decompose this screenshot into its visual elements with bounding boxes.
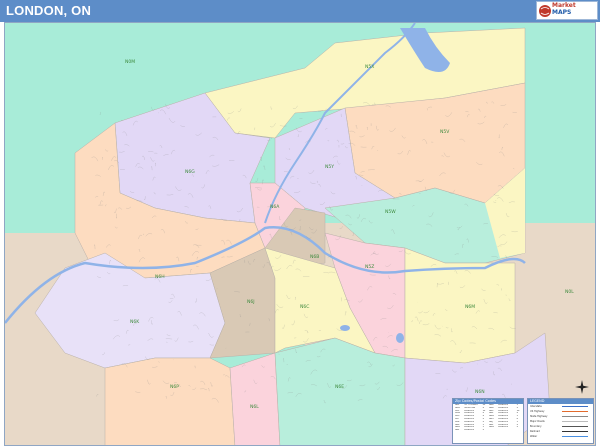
logo-text-top: Market (552, 2, 576, 9)
legend-cell (498, 440, 516, 443)
key-line-swatch (562, 416, 588, 417)
market-maps-logo[interactable]: Market MAPS (536, 1, 598, 20)
logo-text-bottom: MAPS (552, 9, 572, 16)
key-line-swatch (562, 431, 588, 432)
key-line-swatch (562, 411, 588, 412)
zone-label-n6k: N6K (130, 319, 140, 325)
zip-code-map[interactable]: N0M N5X N5V N6G N5Y N6H N5W N6A N6B N5Z N6K N6J N6C N… (5, 23, 596, 446)
zone-label-n6e: N6E (335, 384, 344, 390)
map-title: LONDON, ON (6, 3, 92, 18)
compass-icon (575, 380, 589, 394)
zone-label-n6j: N6J (247, 299, 255, 305)
zone-label-n6p: N6P (170, 384, 179, 390)
legend-cell (517, 440, 523, 443)
logo-globe-icon (539, 5, 551, 17)
map-canvas[interactable]: N0M N5X N5V N6G N5Y N6H N5W N6A N6B N5Z N6K N6J N6C N… (4, 22, 596, 446)
legend-cell (489, 440, 498, 443)
zone-n6m (404, 247, 516, 364)
legend-cell (455, 440, 464, 443)
zone-label-n6h: N6H (155, 274, 165, 280)
zone-label-n6m: N6M (465, 304, 475, 310)
zone-label-n6l: N6L (250, 404, 259, 410)
zone-label-n5x: N5X (365, 64, 374, 70)
zone-label-n6a: N6A (270, 204, 280, 210)
key-label: Water (530, 435, 538, 438)
zone-label-n6n: N6N (475, 389, 485, 395)
zone-label-n5y: N5Y (325, 164, 334, 170)
zone-label-n6c: N6C (300, 304, 309, 310)
key-line-swatch (562, 426, 588, 427)
key-label: Boundary (530, 425, 542, 428)
zone-label-n0l: N0L (565, 289, 574, 295)
key-line-swatch (562, 436, 588, 437)
zone-label-n0m: N0M (125, 59, 135, 65)
key-line-swatch (562, 406, 588, 407)
zone-n6p (104, 357, 236, 445)
zone-label-n5v: N5V (440, 129, 450, 135)
zone-label-n5w: N5W (385, 209, 396, 215)
zone-label-n6g: N6G (185, 169, 195, 175)
map-key: LEGEND Interstate US Highway State Highway… (527, 398, 594, 444)
zone-n6l (229, 352, 281, 445)
key-label: US Highway (530, 410, 545, 413)
lake (396, 333, 404, 343)
legend-rows: N0L ST. THOMAS 22 N6A LONDON 5 N0M ILDERTON 4 N6B… (453, 404, 523, 443)
map-header: LONDON, ON Market MAPS (0, 0, 600, 22)
key-label: Railroad (530, 430, 540, 433)
zip-code-legend: Zip Codes/Postal Codes N0L ST. THOMAS 22 N6… (452, 398, 524, 444)
zone-label-n5z: N5Z (365, 264, 374, 270)
key-rows: Interstate US Highway State Highway Major R… (528, 404, 593, 439)
legend-cell (464, 440, 482, 443)
key-label: Interstate (530, 405, 542, 408)
lake (340, 325, 350, 331)
key-line-swatch (562, 421, 588, 422)
legend-row (453, 440, 523, 443)
key-label: Major Roads (530, 420, 545, 423)
key-label: State Highway (530, 415, 548, 418)
key-row: Water (528, 434, 593, 439)
zone-label-n6b: N6B (310, 254, 319, 260)
